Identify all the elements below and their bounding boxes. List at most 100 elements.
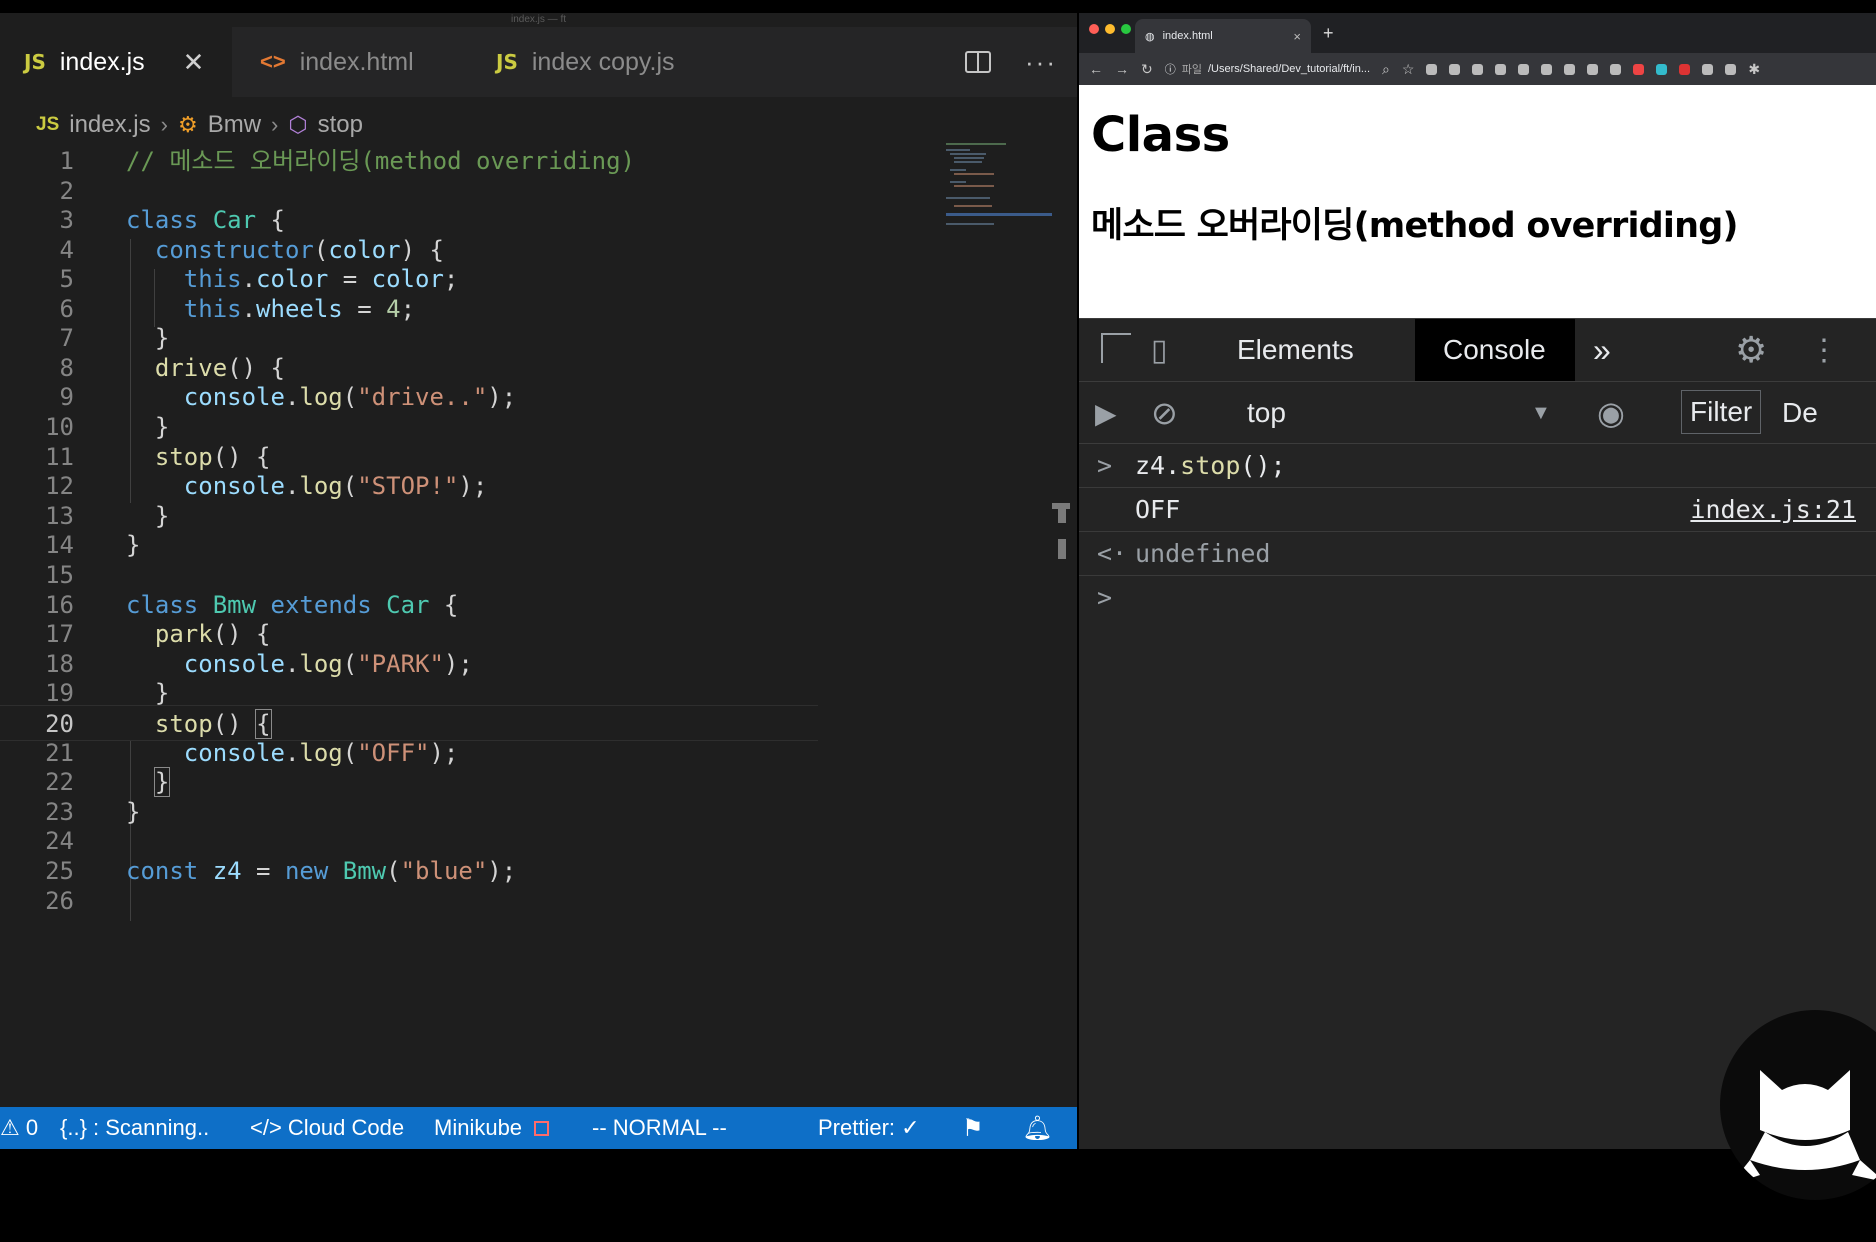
extension-icon[interactable] bbox=[1541, 63, 1553, 75]
prettier-status[interactable]: Prettier: ✓ bbox=[818, 1107, 920, 1149]
cloud-code-button[interactable]: </> Cloud Code bbox=[250, 1107, 404, 1149]
zoom-icon[interactable]: ⌕ bbox=[1382, 61, 1390, 78]
code-line: 26 bbox=[45, 887, 74, 915]
extension-icon[interactable] bbox=[1725, 63, 1737, 75]
console-result-line: <· undefined bbox=[1079, 532, 1876, 576]
method-symbol-icon: ⬡ bbox=[288, 112, 308, 137]
info-icon: ⓘ bbox=[1164, 64, 1176, 76]
sidebar-toggle-icon[interactable]: ▶ bbox=[1095, 382, 1117, 444]
puzzle-icon[interactable]: ✱ bbox=[1748, 61, 1760, 78]
console-input-line: > z4.stop(); bbox=[1079, 444, 1876, 488]
address-scheme-label: 파일 bbox=[1181, 64, 1202, 76]
address-bar[interactable]: ⓘ 파일 /Users/Shared/Dev_tutorial/ft/in... bbox=[1165, 61, 1370, 77]
forward-icon[interactable]: → bbox=[1115, 61, 1129, 77]
tab-index-js[interactable]: JS index.js ✕ bbox=[0, 27, 232, 97]
close-window-button[interactable] bbox=[1089, 24, 1099, 34]
status-bar: ⚠ 0 {..} : Scanning.. </> Cloud Code Min… bbox=[0, 1107, 1077, 1149]
input-prompt-icon: > bbox=[1097, 451, 1113, 480]
filter-label: Filter bbox=[1690, 396, 1753, 427]
browser-toolbar: ← → ↻ ⓘ 파일 /Users/Shared/Dev_tutorial/ft… bbox=[1079, 53, 1876, 85]
result-value: undefined bbox=[1135, 539, 1271, 568]
browser-tab[interactable]: ◍ index.html × bbox=[1135, 19, 1311, 53]
minimap[interactable] bbox=[946, 141, 1052, 241]
kebab-menu-icon[interactable]: ⋮ bbox=[1809, 333, 1839, 368]
tab-console[interactable]: Console bbox=[1415, 319, 1575, 381]
vscode-window: index.js — ft JS index.js ✕ <> index.htm… bbox=[0, 13, 1077, 1149]
html-file-icon: <> bbox=[260, 49, 286, 74]
more-tabs-icon[interactable]: » bbox=[1579, 319, 1625, 381]
result-arrow-icon: <· bbox=[1097, 539, 1128, 568]
filter-input[interactable]: Filter bbox=[1681, 390, 1762, 434]
extension-icon[interactable] bbox=[1633, 63, 1645, 75]
tab-index-html[interactable]: <> index.html bbox=[236, 27, 468, 97]
close-tab-icon[interactable]: × bbox=[1293, 29, 1301, 44]
breadcrumb-file[interactable]: index.js bbox=[69, 111, 150, 139]
console-toolbar: ▶ ⊘ top ▼ ◉ Filter De bbox=[1079, 382, 1876, 444]
source-link[interactable]: index.js:21 bbox=[1690, 488, 1856, 532]
extension-icon[interactable] bbox=[1518, 63, 1530, 75]
scanning-status[interactable]: {..} : Scanning.. bbox=[60, 1107, 209, 1149]
console-log-line: OFF index.js:21 bbox=[1079, 488, 1876, 532]
extension-icon[interactable] bbox=[1564, 63, 1576, 75]
reload-icon[interactable]: ↻ bbox=[1141, 61, 1153, 78]
breadcrumb: JS index.js › ⚙ Bmw › ⬡ stop bbox=[36, 103, 363, 147]
tab-index-copy-js[interactable]: JS index copy.js bbox=[472, 27, 730, 97]
page-subheading: 메소드 오버라이딩(method overriding) bbox=[1091, 206, 1738, 246]
class-symbol-icon: ⚙ bbox=[177, 112, 198, 137]
tab-elements[interactable]: Elements bbox=[1209, 319, 1382, 381]
js-file-icon: JS bbox=[24, 50, 46, 74]
split-editor-icon[interactable] bbox=[965, 51, 992, 73]
prompt-chevron-icon: > bbox=[1097, 583, 1113, 612]
close-icon[interactable]: ✕ bbox=[183, 47, 205, 78]
extension-icon[interactable] bbox=[1426, 63, 1438, 75]
extension-icon[interactable] bbox=[1702, 63, 1714, 75]
back-icon[interactable]: ← bbox=[1089, 61, 1103, 77]
maximize-window-button[interactable] bbox=[1121, 24, 1131, 34]
js-file-icon: JS bbox=[36, 114, 60, 135]
vim-mode: -- NORMAL -- bbox=[592, 1115, 727, 1140]
problems-indicator[interactable]: ⚠ 0 bbox=[0, 1107, 38, 1149]
extension-icon[interactable] bbox=[1679, 63, 1691, 75]
page-heading: Class bbox=[1091, 107, 1230, 163]
extension-icon[interactable] bbox=[1587, 63, 1599, 75]
browser-tab-strip: ◍ index.html × + bbox=[1079, 13, 1876, 53]
context-selector[interactable]: top bbox=[1247, 382, 1286, 444]
extension-icon[interactable] bbox=[1656, 63, 1668, 75]
breadcrumb-method[interactable]: stop bbox=[318, 111, 363, 139]
address-text: /Users/Shared/Dev_tutorial/ft/in... bbox=[1207, 63, 1370, 75]
extension-icon[interactable] bbox=[1610, 63, 1622, 75]
feedback-icon[interactable]: ⚑ bbox=[962, 1107, 984, 1149]
clear-console-icon[interactable]: ⊘ bbox=[1151, 382, 1178, 444]
minikube-status[interactable]: Minikube bbox=[434, 1107, 550, 1149]
tab-label: index.html bbox=[299, 47, 414, 76]
chevron-right-icon: › bbox=[271, 112, 279, 137]
extension-icon[interactable] bbox=[1495, 63, 1507, 75]
chevron-right-icon: › bbox=[160, 112, 168, 137]
gear-icon[interactable]: ⚙ bbox=[1735, 329, 1767, 371]
page-viewport: Class 메소드 오버라이딩(method overriding) bbox=[1079, 85, 1876, 318]
context-value: top bbox=[1247, 397, 1286, 428]
globe-icon: ◍ bbox=[1145, 30, 1155, 43]
inspect-element-icon[interactable] bbox=[1101, 333, 1131, 363]
window-title: index.js — ft bbox=[0, 13, 1077, 27]
breadcrumb-class[interactable]: Bmw bbox=[208, 111, 261, 139]
eye-icon[interactable]: ◉ bbox=[1597, 382, 1625, 444]
bell-icon[interactable]: 🔔︎ bbox=[1022, 1107, 1052, 1149]
js-file-icon: JS bbox=[496, 50, 518, 74]
console-prompt[interactable]: > bbox=[1079, 576, 1876, 620]
more-actions-icon[interactable]: ··· bbox=[1025, 47, 1057, 78]
devtools-tab-bar: ▯ Elements Console » ⚙ ⋮ bbox=[1079, 318, 1876, 382]
chevron-down-icon[interactable]: ▼ bbox=[1531, 382, 1551, 444]
log-levels-label: De bbox=[1782, 397, 1818, 428]
log-levels-dropdown[interactable]: De bbox=[1782, 382, 1818, 444]
browser-tab-title: index.html bbox=[1162, 30, 1213, 42]
extension-icon[interactable] bbox=[1449, 63, 1461, 75]
minimize-window-button[interactable] bbox=[1105, 24, 1115, 34]
device-toolbar-icon[interactable]: ▯ bbox=[1151, 333, 1168, 368]
new-tab-icon[interactable]: + bbox=[1323, 23, 1334, 44]
extension-icon[interactable] bbox=[1472, 63, 1484, 75]
star-icon[interactable]: ☆ bbox=[1402, 61, 1415, 78]
editor-actions: ··· bbox=[965, 27, 1057, 97]
tab-label: index copy.js bbox=[531, 47, 675, 76]
stop-icon bbox=[534, 1120, 550, 1136]
